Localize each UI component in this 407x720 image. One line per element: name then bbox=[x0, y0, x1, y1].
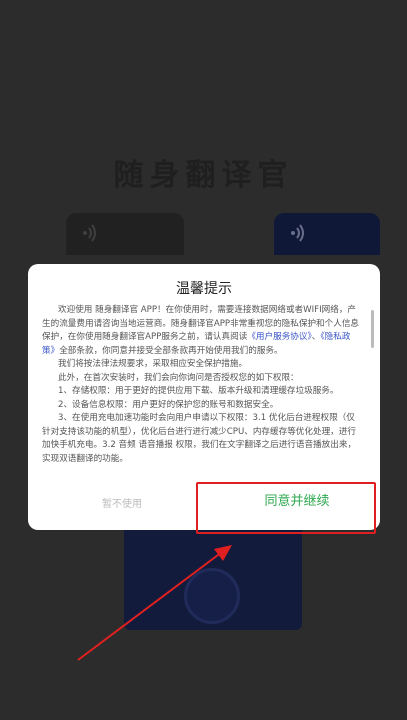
annotation-arrow bbox=[77, 545, 232, 661]
